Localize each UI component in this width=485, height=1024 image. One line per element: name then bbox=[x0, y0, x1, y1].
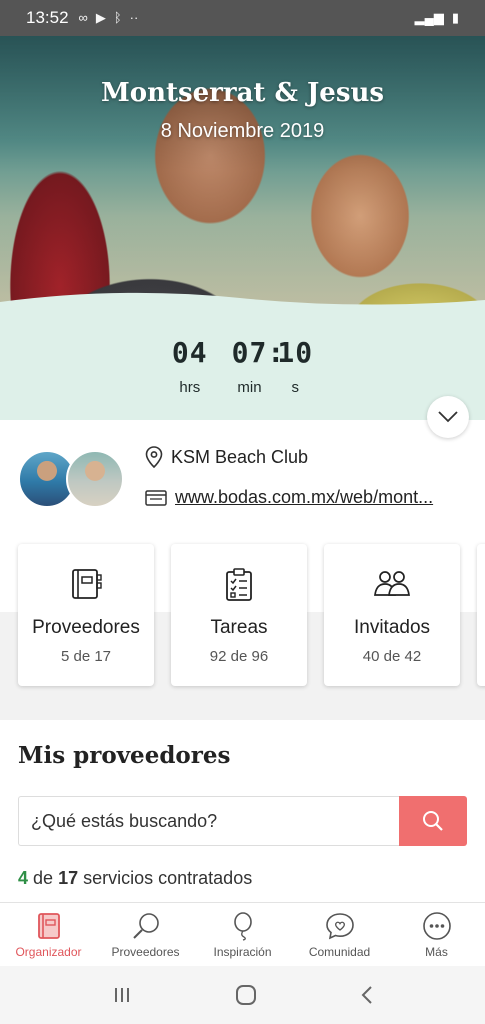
minutes-value: 07 bbox=[231, 336, 268, 369]
services-suffix: servicios contratados bbox=[83, 868, 253, 888]
search-icon bbox=[423, 811, 443, 831]
card-title: Proveedores bbox=[32, 617, 140, 638]
countdown-seconds: 10 s bbox=[277, 336, 313, 396]
notification-icons: ∞ ▶ ᛒ ·· bbox=[79, 10, 139, 26]
nav-label: Inspiración bbox=[213, 945, 272, 959]
website-link[interactable]: www.bodas.com.mx/web/mont... bbox=[175, 487, 470, 508]
card-title: Tareas bbox=[210, 617, 268, 638]
wedding-info: KSM Beach Club www.bodas.com.mx/web/mont… bbox=[0, 440, 485, 530]
voicemail-icon: ∞ bbox=[78, 10, 88, 25]
services-total: 17 bbox=[58, 868, 79, 888]
card-count: 5 de 17 bbox=[60, 648, 112, 665]
back-icon[interactable] bbox=[360, 985, 374, 1005]
card-count: 40 de 42 bbox=[362, 648, 422, 665]
organizer-icon bbox=[37, 913, 60, 939]
services-de: de bbox=[33, 868, 54, 888]
wave-decoration bbox=[0, 292, 485, 324]
seconds-label: s bbox=[291, 379, 299, 396]
nav-label: Comunidad bbox=[308, 945, 371, 959]
section-divider bbox=[0, 708, 485, 720]
countdown-colon: : bbox=[267, 336, 285, 369]
system-icons: ▂▄▆ ▮ bbox=[415, 10, 459, 26]
avatar-partner-2[interactable] bbox=[66, 450, 124, 508]
couple-names: Montserrat & Jesus bbox=[100, 78, 385, 108]
web-page-icon bbox=[145, 489, 167, 506]
chat-heart-icon bbox=[325, 913, 354, 940]
countdown-minutes: 07 min bbox=[232, 336, 268, 396]
expand-button[interactable] bbox=[427, 396, 469, 438]
app-screen: 13:52 ∞ ▶ ᛒ ·· ▂▄▆ ▮ Montserrat & Jesus … bbox=[0, 0, 485, 1024]
nav-mas[interactable]: Más bbox=[388, 903, 485, 966]
nav-comunidad[interactable]: Comunidad bbox=[291, 903, 388, 966]
status-time: 13:52 bbox=[26, 8, 69, 27]
nav-organizador[interactable]: Organizador bbox=[0, 903, 97, 966]
magnifier-icon bbox=[132, 913, 159, 939]
wedding-date: 8 Noviembre 2019 bbox=[160, 120, 325, 142]
card-proveedores[interactable]: Proveedores 5 de 17 bbox=[18, 544, 154, 686]
venue-name: KSM Beach Club bbox=[171, 446, 309, 467]
more-icon bbox=[422, 912, 451, 940]
minutes-label: min bbox=[237, 379, 262, 396]
location-pin-icon bbox=[145, 446, 163, 468]
hours-label: hrs bbox=[179, 379, 201, 396]
more-dots-icon: ·· bbox=[129, 10, 139, 25]
card-invitados[interactable]: Invitados 40 de 42 bbox=[324, 544, 460, 686]
balloon-icon bbox=[233, 912, 252, 941]
nav-label: Proveedores bbox=[111, 945, 180, 959]
signal-icon: ▂▄▆ bbox=[414, 10, 444, 25]
card-title: Invitados bbox=[353, 617, 431, 638]
card-count: 92 de 96 bbox=[209, 648, 269, 665]
card-next-partial[interactable] bbox=[477, 544, 485, 686]
nav-proveedores[interactable]: Proveedores bbox=[97, 903, 194, 966]
card-tareas[interactable]: Tareas 92 de 96 bbox=[171, 544, 307, 686]
services-count: 4 bbox=[18, 868, 29, 888]
youtube-icon: ▶ bbox=[95, 10, 106, 25]
seconds-value: 10 bbox=[277, 336, 314, 369]
countdown-timer: 04 hrs 07 min : 10 s bbox=[0, 336, 485, 396]
countdown-panel: 04 hrs 07 min : 10 s bbox=[0, 292, 485, 420]
nav-inspiracion[interactable]: Inspiración bbox=[194, 903, 291, 966]
search-input[interactable] bbox=[18, 796, 399, 846]
section-title: Mis proveedores bbox=[18, 742, 231, 769]
system-navigation bbox=[0, 966, 485, 1024]
home-icon[interactable] bbox=[235, 984, 257, 1006]
hours-value: 04 bbox=[171, 336, 208, 369]
status-bar: 13:52 ∞ ▶ ᛒ ·· ▂▄▆ ▮ bbox=[0, 0, 485, 36]
checklist-icon bbox=[226, 568, 252, 601]
bluetooth-icon: ᛒ bbox=[113, 10, 122, 25]
notebook-icon bbox=[72, 569, 102, 599]
nav-label: Organizador bbox=[15, 945, 82, 959]
countdown-hours: 04 hrs bbox=[172, 336, 208, 396]
recent-apps-icon[interactable] bbox=[112, 986, 132, 1004]
guests-icon bbox=[374, 571, 410, 596]
battery-icon: ▮ bbox=[451, 10, 459, 25]
nav-label: Más bbox=[425, 945, 448, 959]
website-row[interactable]: www.bodas.com.mx/web/mont... bbox=[145, 487, 470, 508]
bottom-navigation: Organizador Proveedores Inspiración Comu… bbox=[0, 902, 485, 966]
venue-row[interactable]: KSM Beach Club bbox=[145, 446, 308, 468]
search-bar bbox=[18, 796, 467, 846]
chevron-down-icon bbox=[438, 411, 458, 423]
search-button[interactable] bbox=[399, 796, 467, 846]
services-summary: 4 de 17 servicios contratados bbox=[18, 868, 252, 889]
